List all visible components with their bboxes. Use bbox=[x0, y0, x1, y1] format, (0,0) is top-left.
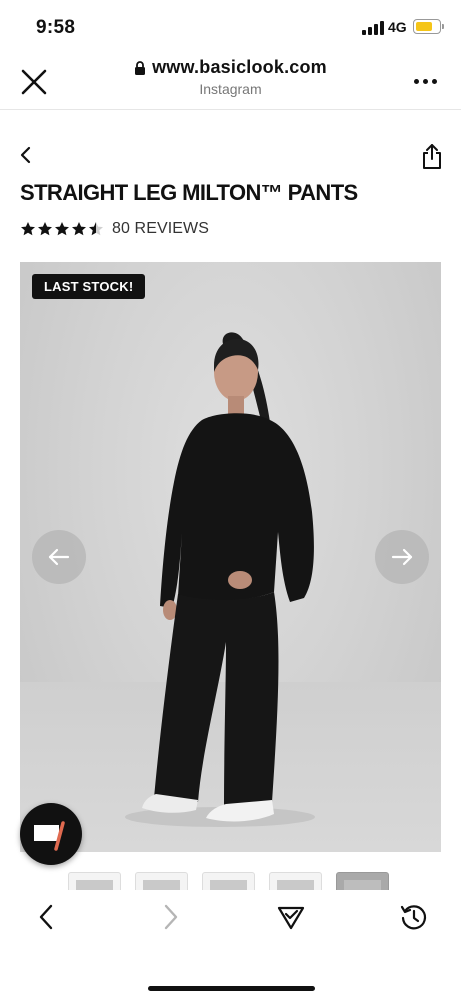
status-time: 9:58 bbox=[36, 17, 76, 38]
image-next-button[interactable] bbox=[375, 530, 429, 584]
product-title: STRAIGHT LEG MILTON™ PANTS bbox=[20, 180, 358, 205]
status-bar: 9:58 4G bbox=[0, 0, 461, 52]
url-source: Instagram bbox=[199, 81, 262, 97]
chat-flag-icon bbox=[34, 821, 65, 851]
star-icon bbox=[89, 222, 103, 236]
share-icon bbox=[423, 144, 441, 169]
url-block[interactable]: www.basiclook.com Instagram bbox=[100, 57, 361, 97]
thumbnail-strip bbox=[68, 872, 389, 890]
rating-row[interactable]: 80 REVIEWS bbox=[20, 220, 209, 238]
thumbnail-image bbox=[210, 880, 247, 890]
history-button[interactable] bbox=[399, 902, 429, 932]
thumbnail-image bbox=[277, 880, 314, 890]
close-button[interactable] bbox=[18, 66, 50, 98]
rating-stars bbox=[20, 221, 104, 237]
gallery-thumbnail[interactable] bbox=[269, 872, 322, 890]
gallery-thumbnail[interactable] bbox=[68, 872, 121, 890]
last-stock-badge: LAST STOCK! bbox=[32, 274, 146, 299]
home-indicator bbox=[148, 986, 315, 991]
thumbnail-image bbox=[143, 880, 180, 890]
star-icon bbox=[72, 222, 86, 236]
star-icon bbox=[55, 222, 69, 236]
battery-icon bbox=[413, 19, 441, 34]
reviews-link[interactable]: 80 REVIEWS bbox=[112, 220, 209, 238]
image-prev-button[interactable] bbox=[32, 530, 86, 584]
more-options-button[interactable] bbox=[414, 78, 438, 86]
star-icon bbox=[21, 222, 35, 236]
chevron-left-icon bbox=[39, 904, 53, 930]
lock-icon bbox=[135, 60, 146, 75]
thumbnail-image bbox=[344, 880, 381, 890]
star-icon bbox=[38, 222, 52, 236]
signal-icon bbox=[362, 21, 384, 35]
thumbnail-image bbox=[76, 880, 113, 890]
gallery-thumbnail[interactable] bbox=[135, 872, 188, 890]
share-button[interactable] bbox=[420, 142, 444, 170]
browser-toolbar bbox=[0, 890, 461, 1000]
shield-check-icon bbox=[277, 906, 305, 930]
tracker-button[interactable] bbox=[276, 902, 306, 932]
arrow-left-icon bbox=[48, 548, 70, 566]
network-type: 4G bbox=[388, 19, 407, 35]
product-image[interactable]: LAST STOCK! bbox=[20, 262, 441, 852]
browser-back-button[interactable] bbox=[32, 902, 62, 932]
chevron-right-icon bbox=[164, 904, 178, 930]
gallery-thumbnail[interactable] bbox=[202, 872, 255, 890]
battery-nub bbox=[442, 24, 444, 29]
close-icon bbox=[21, 69, 47, 95]
browser-forward-button[interactable] bbox=[155, 902, 185, 932]
page-back-button[interactable] bbox=[16, 144, 36, 166]
arrow-right-icon bbox=[391, 548, 413, 566]
chevron-left-icon bbox=[20, 146, 31, 164]
browser-header: www.basiclook.com Instagram bbox=[0, 52, 461, 110]
url-text: www.basiclook.com bbox=[152, 57, 327, 77]
gallery-thumbnail[interactable] bbox=[336, 872, 389, 890]
history-icon bbox=[400, 905, 427, 930]
chat-button[interactable] bbox=[20, 803, 82, 865]
